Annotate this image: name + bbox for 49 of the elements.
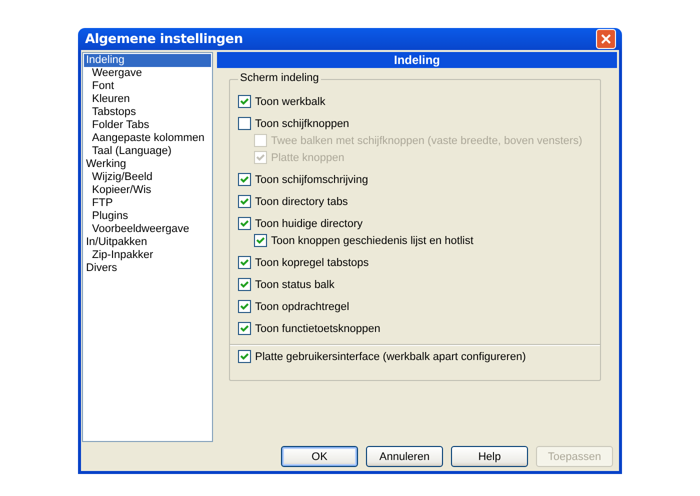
tree-item[interactable]: Voorbeeldweergave [84, 223, 211, 236]
tree-item[interactable]: Taal (Language) [84, 145, 211, 158]
dialog-button[interactable]: OK [281, 446, 358, 467]
option-label: Platte knoppen [271, 152, 344, 164]
checkbox[interactable] [238, 256, 251, 269]
option-label: Toon directory tabs [255, 196, 348, 208]
checkbox[interactable] [238, 278, 251, 291]
tree-item[interactable]: Divers [84, 262, 211, 275]
panel-header: Indeling [217, 52, 617, 68]
tree-item[interactable]: Aangepaste kolommen [84, 132, 211, 145]
checkbox[interactable] [238, 173, 251, 186]
dialog-button[interactable]: Help [451, 446, 528, 467]
tree-item[interactable]: Weergave [84, 67, 211, 80]
option-label: Toon werkbalk [255, 96, 326, 108]
tree-item[interactable]: Wijzig/Beeld [84, 171, 211, 184]
checkbox[interactable] [238, 95, 251, 108]
close-icon [601, 34, 611, 44]
option-label: Toon opdrachtregel [255, 300, 350, 312]
tree-item[interactable]: Tabstops [84, 106, 211, 119]
tree-item[interactable]: Plugins [84, 210, 211, 223]
tree-item[interactable]: Indeling [84, 54, 211, 67]
tree-item[interactable]: Font [84, 80, 211, 93]
tree-item[interactable]: Kopieer/Wis [84, 184, 211, 197]
tree-item[interactable]: In/Uitpakken [84, 236, 211, 249]
tree-item[interactable]: Zip-Inpakker [84, 249, 211, 262]
window-title: Algemene instellingen [85, 32, 243, 46]
option-label: Toon schijfknoppen [255, 118, 350, 130]
close-button[interactable] [596, 29, 616, 49]
option-label: Toon kopregel tabstops [255, 256, 369, 268]
dialog-button[interactable]: Annuleren [366, 446, 443, 467]
tree-item[interactable]: Werking [84, 158, 211, 171]
option-label: Toon huidige directory [255, 218, 363, 230]
checkbox[interactable] [254, 234, 267, 247]
option-label: Toon functietoetsknoppen [255, 322, 380, 334]
checkbox[interactable] [238, 322, 251, 335]
checkbox[interactable] [238, 117, 251, 130]
option-label: Toon schijfomschrijving [255, 174, 368, 186]
checkbox[interactable] [238, 350, 251, 363]
option-label: Twee balken met schijfknoppen (vaste breedte, boven vensters) [271, 134, 582, 146]
option-label: Platte gebruikersinterface (werkbalk apart configureren) [255, 350, 526, 362]
group-title: Scherm indeling [238, 72, 321, 84]
tree-item[interactable]: Kleuren [84, 93, 211, 106]
tree-item[interactable]: FTP [84, 197, 211, 210]
checkbox[interactable] [238, 300, 251, 313]
option-label: Toon status balk [255, 278, 334, 290]
checkbox[interactable] [238, 195, 251, 208]
option-label: Toon knoppen geschiedenis lijst en hotlist [271, 234, 474, 246]
checkbox[interactable] [238, 217, 251, 230]
tree-item[interactable]: Folder Tabs [84, 119, 211, 132]
